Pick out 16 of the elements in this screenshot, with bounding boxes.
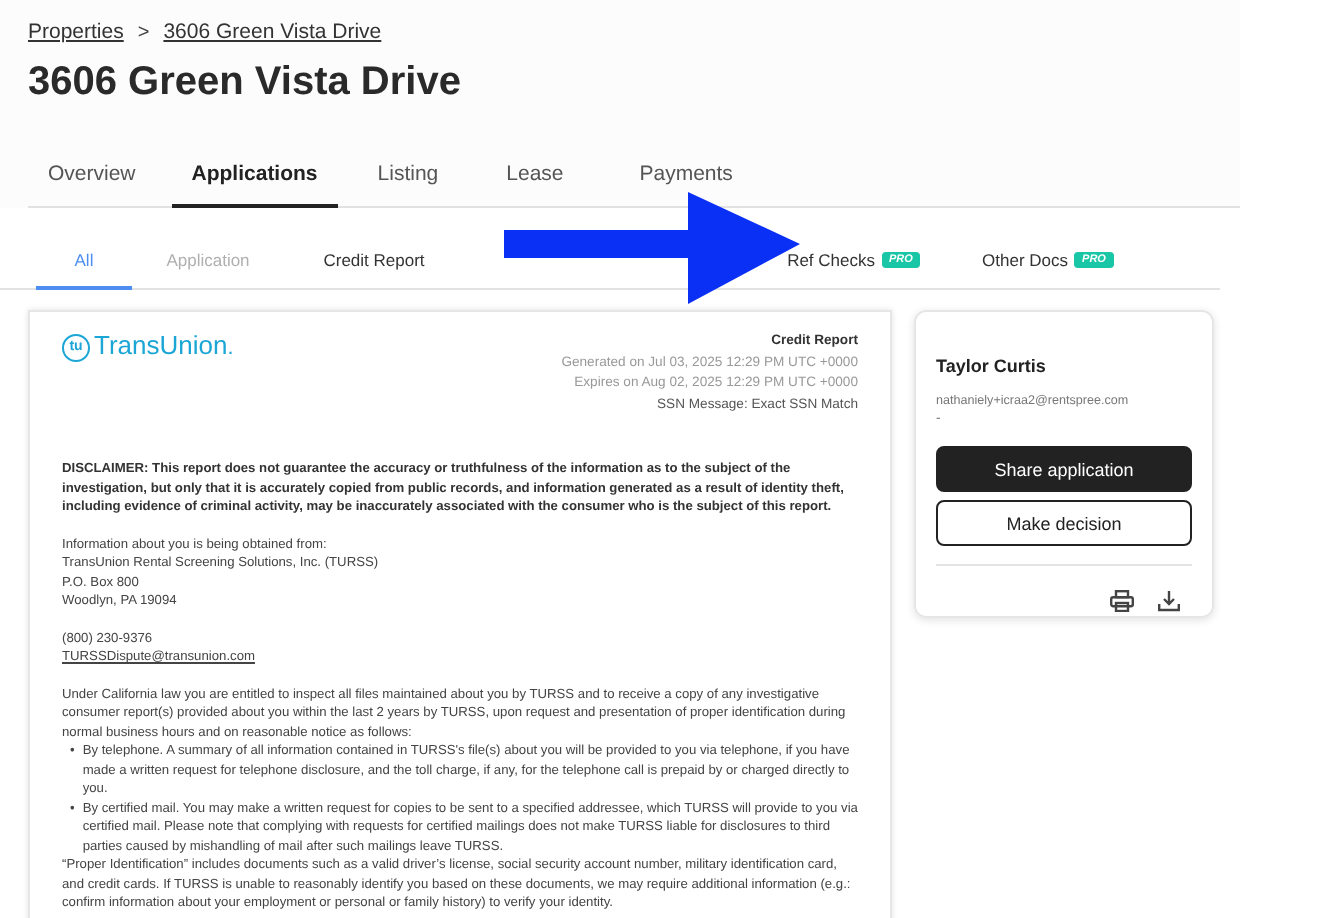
tab[interactable]: Listing — [357, 146, 459, 208]
tab[interactable]: Payments — [619, 146, 753, 208]
applicant-name: Taylor Curtis — [936, 356, 1048, 376]
download-icon[interactable] — [1158, 590, 1180, 612]
sub-tab[interactable]: Credit Report — [284, 232, 464, 290]
tab[interactable]: Applications — [171, 146, 338, 208]
breadcrumb-link[interactable]: Properties — [28, 20, 124, 44]
page-title: 3606 Green Vista Drive — [28, 60, 463, 106]
print-icon[interactable] — [1110, 590, 1134, 612]
breadcrumb-link[interactable]: 3606 Green Vista Drive — [163, 20, 382, 44]
share-button[interactable]: Share application — [936, 446, 1192, 492]
breadcrumb-separator: > — [137, 21, 150, 43]
decision-button[interactable]: Make decision — [936, 500, 1192, 546]
tab[interactable]: Lease — [486, 146, 584, 208]
tab[interactable]: Overview — [28, 146, 156, 208]
logo-text: TransUnion. — [94, 336, 234, 360]
